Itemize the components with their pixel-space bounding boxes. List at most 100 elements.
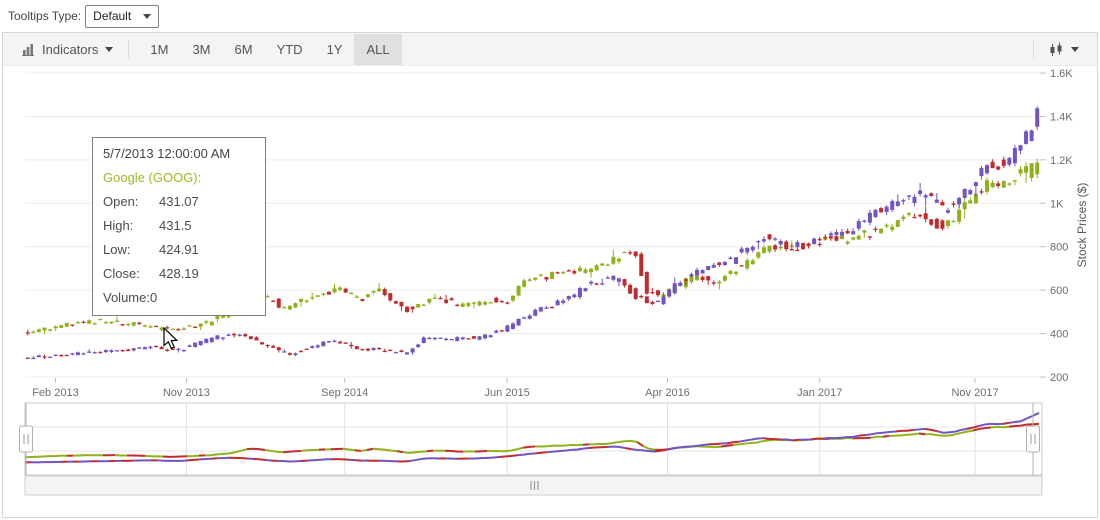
candle-body [271,301,275,302]
navigator-line-segment [919,433,925,434]
tooltip-row-value: 431.07 [159,190,199,214]
candle-body [65,323,69,327]
candle-body [26,332,30,333]
handle-grip [1027,426,1040,452]
navigator-frame [25,403,1042,475]
candle-body [650,292,654,293]
candle-body [762,247,766,253]
series-type-button[interactable] [1039,36,1089,63]
candle-body [985,180,989,192]
candle-body [639,254,643,276]
candle-body [411,307,415,309]
candle-body [567,270,571,271]
period-button-6m[interactable]: 6M [223,34,265,65]
candle-body [862,230,866,232]
candle-body [176,349,180,350]
navigator-line-segment [589,447,595,448]
candle-body [37,329,41,331]
navigator-line-segment [421,458,427,459]
candle-body [667,290,671,297]
candle-body [188,345,192,346]
navigator-line-segment [853,436,859,437]
candle-body [634,288,638,299]
candle-body [238,335,242,336]
candle-body [26,358,30,359]
candle-body [104,350,108,352]
candle-body [561,272,565,273]
candle-body [109,322,113,324]
candle-body [595,265,599,270]
candle-body [896,220,900,227]
candle-body [455,337,459,341]
candle-body [1007,158,1011,165]
candle-body [372,291,376,293]
candle-body [444,300,448,303]
candle-body [740,265,744,266]
y-axis-label: 1.2K [1050,155,1073,167]
candle-body [411,348,415,352]
candle-body [879,229,883,233]
candle-body [734,272,738,274]
candle-body [634,252,638,257]
navigator-line-segment [259,459,265,460]
period-button-1m[interactable]: 1M [138,34,180,65]
candle-body [399,302,403,306]
candle-body [299,299,303,302]
navigator-line-segment [727,442,733,443]
navigator-scrollbar-track[interactable] [25,476,1042,495]
candle-body [143,347,147,349]
candle-body [126,349,130,351]
candle-body [751,261,755,265]
candle-body [450,339,454,340]
candle-body [210,338,214,342]
period-button-3m[interactable]: 3M [180,34,222,65]
navigator-line-segment [901,435,907,436]
range-navigator[interactable] [20,403,1043,495]
tooltip-row: Close:428.19 [103,262,255,286]
candle-body [684,280,688,281]
tooltip-series-name: Google (GOOG): [103,166,255,190]
bar-chart-icon [21,42,35,56]
candle-body [316,345,320,347]
candle-body [54,326,58,328]
candle-body [171,329,175,330]
candle-body [137,322,141,323]
navigator-line-segment [265,460,271,461]
navigator-line-segment [955,433,961,434]
navigator-line-segment [355,450,361,451]
candle-body [282,351,286,352]
navigator-line-segment [727,445,733,446]
navigator-line-segment [235,451,241,452]
candle-body [355,297,359,298]
candle-body [913,217,917,218]
navigator-line-segment [913,429,919,430]
y-axis-label: 600 [1050,285,1068,297]
period-button-1y[interactable]: 1Y [315,34,355,65]
navigator-line-segment [643,450,649,451]
candle-body [472,336,476,338]
navigator-line-segment [493,457,499,458]
navigator-line-segment [739,444,745,445]
candle-body [1035,163,1039,175]
period-button-ytd[interactable]: YTD [265,34,315,65]
candle-body [623,252,627,253]
candle-body [1002,160,1006,166]
candle-body [868,236,872,237]
navigator-line-segment [709,447,715,448]
indicators-button[interactable]: Indicators [11,36,123,63]
navigator-line-segment [397,451,403,452]
candle-body [583,288,587,291]
handle-grip [20,426,33,452]
candle-body [182,350,186,351]
candle-body [165,327,169,328]
candle-body [734,257,738,264]
candle-body [98,352,102,353]
period-button-all[interactable]: ALL [354,34,401,65]
navigator-line-segment [523,454,529,455]
candle-body [115,350,119,351]
candle-series-icon [1049,42,1064,57]
candle-body [723,262,727,265]
tooltips-type-select[interactable]: Default [85,5,159,28]
tooltip-row: Low:424.91 [103,238,255,262]
candle-body [701,277,705,280]
